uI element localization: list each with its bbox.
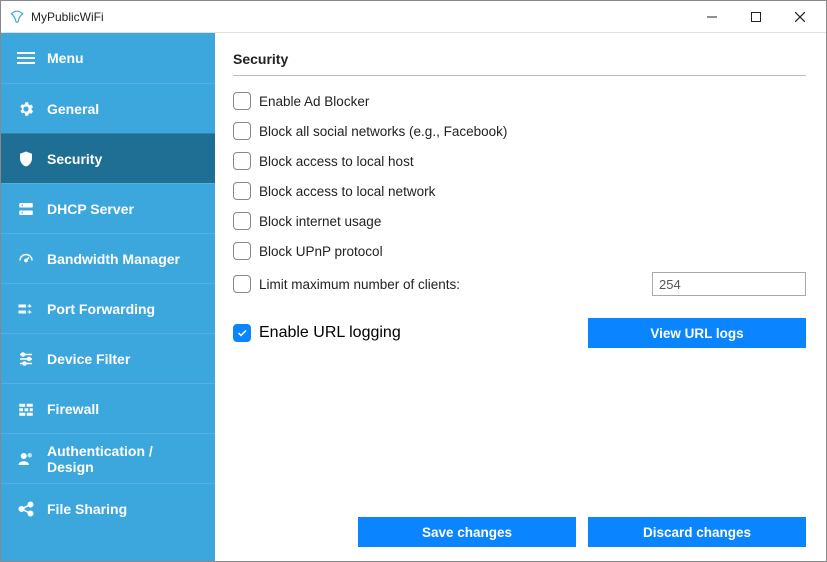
sidebar-item-general[interactable]: General <box>1 83 215 133</box>
option-limit-clients: Limit maximum number of clients: <box>233 272 806 296</box>
sidebar-item-label: Firewall <box>47 401 99 417</box>
sidebar-item-firewall[interactable]: Firewall <box>1 383 215 433</box>
checkbox-adblocker[interactable] <box>233 92 251 110</box>
firewall-icon <box>17 400 35 418</box>
server-icon <box>17 200 35 218</box>
option-label: Block UPnP protocol <box>259 244 383 259</box>
save-button[interactable]: Save changes <box>358 517 576 547</box>
sidebar-item-filesharing[interactable]: File Sharing <box>1 483 215 533</box>
section-title: Security <box>233 51 806 76</box>
option-label: Block internet usage <box>259 214 381 229</box>
content-panel: Security Enable Ad Blocker Block all soc… <box>215 33 826 561</box>
sidebar-item-menu[interactable]: Menu <box>1 33 215 83</box>
shield-icon <box>17 150 35 168</box>
view-url-logs-button[interactable]: View URL logs <box>588 318 806 348</box>
option-block-localhost: Block access to local host <box>233 152 806 170</box>
sidebar-item-dhcp[interactable]: DHCP Server <box>1 183 215 233</box>
menu-icon <box>17 49 35 67</box>
option-label: Limit maximum number of clients: <box>259 277 460 292</box>
option-block-social: Block all social networks (e.g., Faceboo… <box>233 122 806 140</box>
sidebar-item-label: Security <box>47 151 102 167</box>
option-label: Enable Ad Blocker <box>259 94 369 109</box>
forward-icon <box>17 300 35 318</box>
option-block-upnp: Block UPnP protocol <box>233 242 806 260</box>
option-adblocker: Enable Ad Blocker <box>233 92 806 110</box>
checkbox-block-upnp[interactable] <box>233 242 251 260</box>
checkbox-block-internet[interactable] <box>233 212 251 230</box>
titlebar: MyPublicWiFi <box>1 1 826 33</box>
limit-clients-input[interactable] <box>652 272 806 296</box>
checkbox-block-localnet[interactable] <box>233 182 251 200</box>
sidebar-item-security[interactable]: Security <box>1 133 215 183</box>
options-list: Enable Ad Blocker Block all social netwo… <box>233 92 806 296</box>
sidebar-item-label: Port Forwarding <box>47 301 155 317</box>
gauge-icon <box>17 250 35 268</box>
sidebar-item-auth[interactable]: Authentication / Design <box>1 433 215 483</box>
minimize-button[interactable] <box>690 2 734 32</box>
option-label: Block access to local host <box>259 154 414 169</box>
sidebar-item-label: File Sharing <box>47 501 127 517</box>
checkbox-url-logging[interactable] <box>233 324 251 342</box>
window-controls <box>690 2 822 32</box>
discard-button[interactable]: Discard changes <box>588 517 806 547</box>
filter-icon <box>17 350 35 368</box>
sidebar-item-label: Device Filter <box>47 351 130 367</box>
sidebar-item-devicefilter[interactable]: Device Filter <box>1 333 215 383</box>
option-label: Block access to local network <box>259 184 435 199</box>
sidebar-item-bandwidth[interactable]: Bandwidth Manager <box>1 233 215 283</box>
gear-icon <box>17 100 35 118</box>
option-label: Enable URL logging <box>259 324 401 342</box>
checkbox-block-social[interactable] <box>233 122 251 140</box>
sidebar-item-portfwd[interactable]: Port Forwarding <box>1 283 215 333</box>
sidebar-item-label: Bandwidth Manager <box>47 251 180 267</box>
footer-actions: Save changes Discard changes <box>233 507 806 547</box>
sidebar-item-label: Authentication / Design <box>47 443 199 475</box>
sidebar-item-label: DHCP Server <box>47 201 134 217</box>
sidebar-item-label: General <box>47 101 99 117</box>
sidebar: Menu General Security DHCP Server Bandwi… <box>1 33 215 561</box>
close-button[interactable] <box>778 2 822 32</box>
checkbox-limit-clients[interactable] <box>233 275 251 293</box>
checkbox-block-localhost[interactable] <box>233 152 251 170</box>
share-icon <box>17 500 35 518</box>
option-block-internet: Block internet usage <box>233 212 806 230</box>
option-url-logging: Enable URL logging View URL logs <box>233 318 806 348</box>
maximize-button[interactable] <box>734 2 778 32</box>
option-block-localnet: Block access to local network <box>233 182 806 200</box>
option-label: Block all social networks (e.g., Faceboo… <box>259 124 507 139</box>
app-icon <box>9 9 25 25</box>
user-icon <box>17 450 35 468</box>
window-title: MyPublicWiFi <box>31 10 690 24</box>
sidebar-item-label: Menu <box>47 50 84 66</box>
